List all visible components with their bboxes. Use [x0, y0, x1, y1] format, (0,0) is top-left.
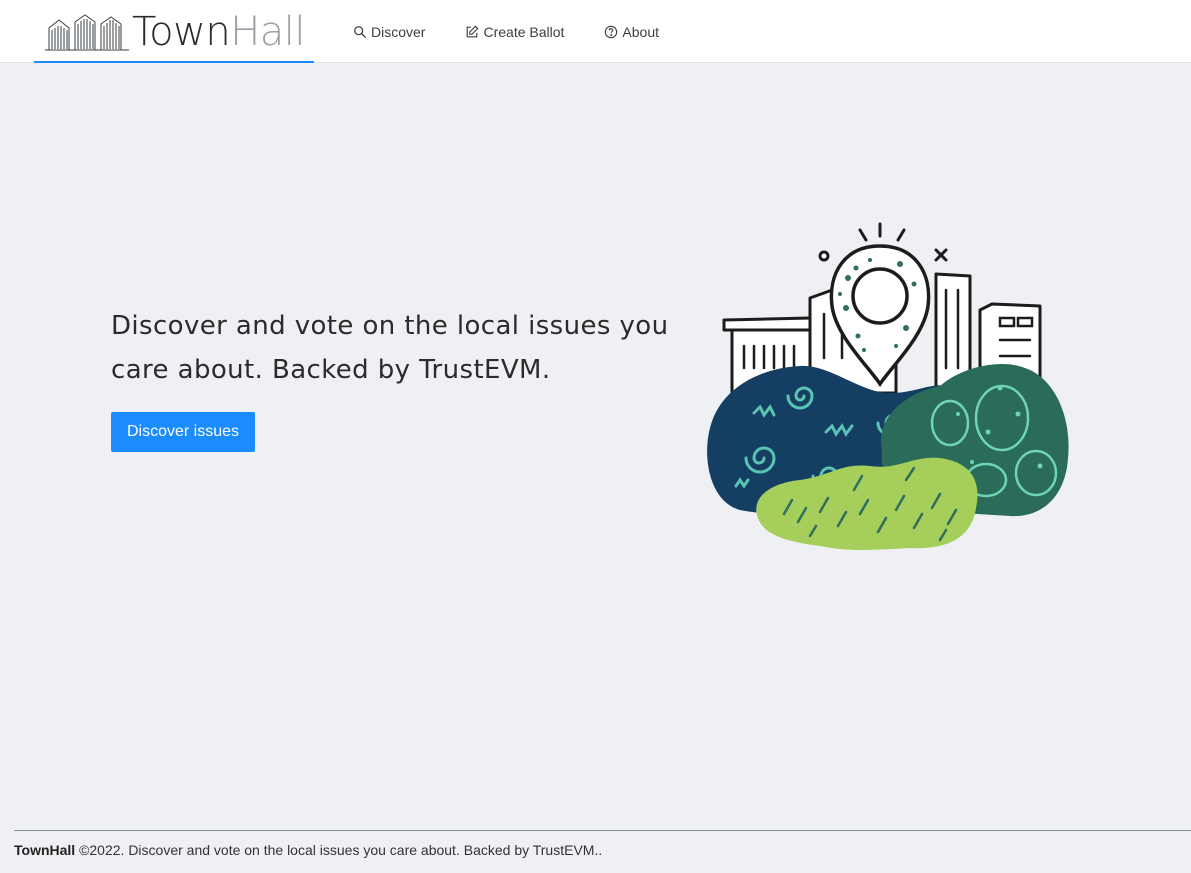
- hero-headline: Discover and vote on the local issues yo…: [111, 311, 669, 385]
- buildings-logo-icon: [45, 14, 129, 51]
- footer-brand: TownHall: [14, 842, 76, 858]
- brand-name-hall: Hall: [230, 9, 306, 55]
- footer-text: ©2022. Discover and vote on the local is…: [75, 842, 603, 858]
- townhall-logo[interactable]: TownHall: [34, 0, 314, 63]
- brand-name-town: Town: [132, 9, 231, 55]
- nav-about-label: About: [622, 24, 659, 40]
- nav-discover[interactable]: Discover: [353, 22, 425, 42]
- edit-icon: [467, 25, 479, 38]
- main-nav: Discover Create Ballot About: [353, 22, 659, 42]
- help-circle-icon: [605, 25, 618, 39]
- page-footer: TownHall ©2022. Discover and vote on the…: [14, 841, 602, 859]
- city-location-illustration: [707, 222, 1069, 550]
- nav-create-ballot[interactable]: Create Ballot: [465, 22, 564, 42]
- nav-about[interactable]: About: [604, 22, 659, 42]
- brand-name: TownHall: [132, 8, 306, 56]
- footer-divider: [14, 830, 1191, 831]
- nav-discover-label: Discover: [371, 24, 426, 40]
- search-icon: [354, 26, 367, 39]
- discover-issues-button[interactable]: Discover issues: [111, 412, 255, 452]
- nav-create-ballot-label: Create Ballot: [483, 24, 565, 40]
- top-navigation-bar: TownHall Discover Create Ballot About: [0, 0, 1191, 63]
